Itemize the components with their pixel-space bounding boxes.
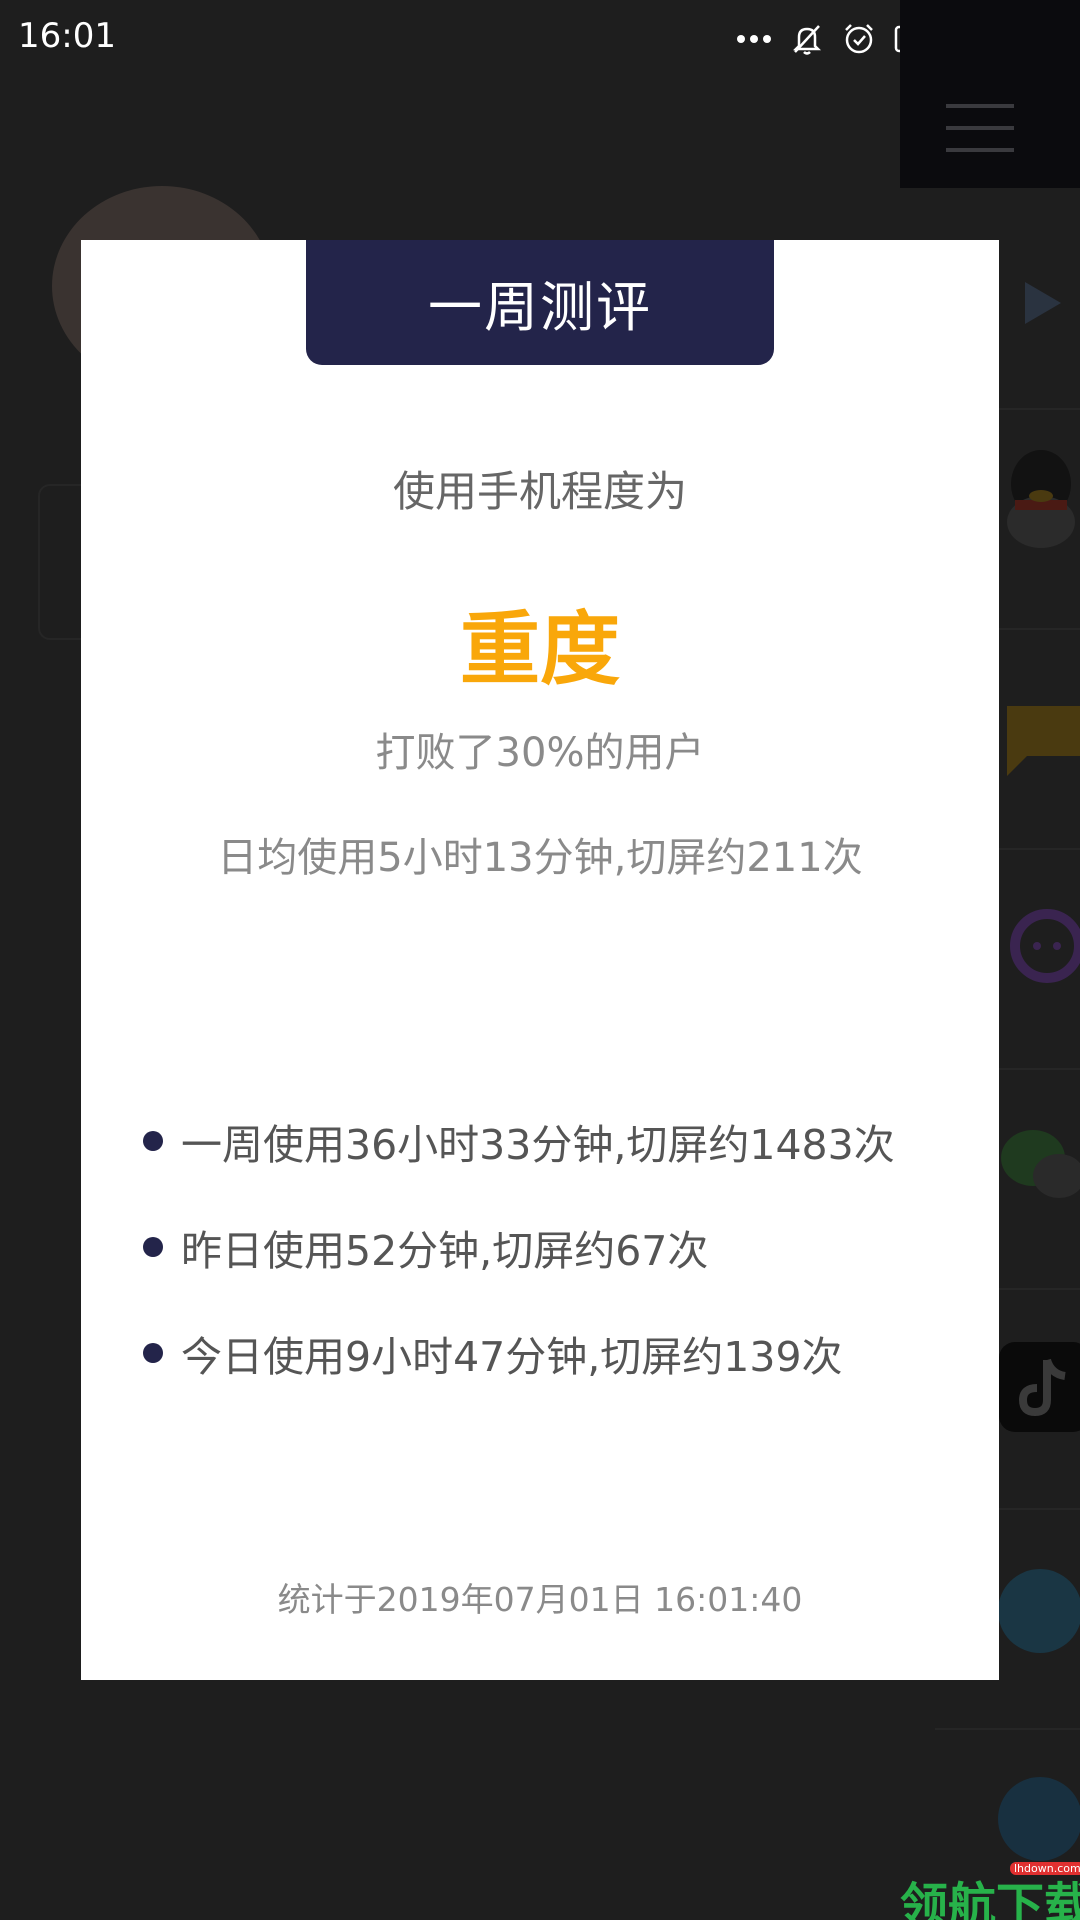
blue-app-icon [998, 1569, 1080, 1653]
assistant-icon [998, 1777, 1080, 1861]
alarm-icon [842, 22, 876, 56]
usage-level-subtitle: 使用手机程度为 [392, 467, 687, 516]
watermark-url: lhdown.com [1010, 1862, 1080, 1875]
bullet-icon [143, 1343, 163, 1363]
stats-timestamp: 统计于2019年07月01日 16:01:40 [277, 1580, 803, 1619]
dialog-header-tab: 一周测评 [306, 240, 774, 365]
bullet-icon [143, 1131, 163, 1151]
bullet-icon [143, 1237, 163, 1257]
qq-icon [1007, 450, 1075, 548]
weekly-usage-text: 一周使用36小时33分钟,切屏约1483次 [181, 1121, 895, 1169]
list-item: 昨日使用52分钟,切屏约67次 [143, 1194, 973, 1300]
menu-icon[interactable] [946, 104, 1014, 170]
usage-stats-list: 一周使用36小时33分钟,切屏约1483次 昨日使用52分钟,切屏约67次 今日… [143, 1088, 973, 1406]
yesterday-usage-text: 昨日使用52分钟,切屏约67次 [181, 1227, 709, 1275]
status-time: 16:01 [18, 16, 116, 56]
tiktok-icon [999, 1342, 1080, 1432]
beat-percentage-text: 打败了30%的用户 [375, 730, 705, 776]
list-item: 今日使用9小时47分钟,切屏约139次 [143, 1300, 973, 1406]
today-usage-text: 今日使用9小时47分钟,切屏约139次 [181, 1333, 843, 1381]
play-store-icon [1025, 282, 1061, 324]
wechat-icon [1001, 1130, 1080, 1198]
more-dots-icon [736, 33, 772, 45]
chat-bubble-icon [1007, 706, 1080, 776]
daily-average-text: 日均使用5小时13分钟,切屏约211次 [217, 835, 863, 881]
weekly-evaluation-dialog: 一周测评 使用手机程度为 重度 打败了30%的用户 日均使用5小时13分钟,切屏… [81, 240, 999, 1680]
bell-off-icon [790, 22, 824, 56]
dialog-title: 一周测评 [428, 276, 652, 339]
messenger-icon [1010, 909, 1080, 983]
watermark-logo: 领航下载 lhdown.com [898, 1862, 1080, 1920]
usage-level-value: 重度 [460, 603, 620, 696]
list-item: 一周使用36小时33分钟,切屏约1483次 [143, 1088, 973, 1194]
